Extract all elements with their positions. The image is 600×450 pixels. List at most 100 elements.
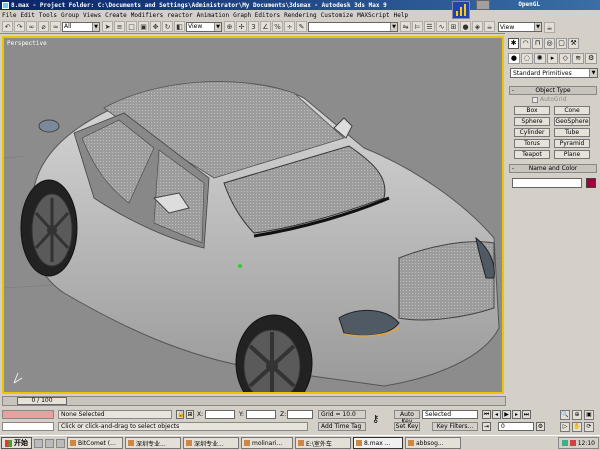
menu-rendering[interactable]: Rendering — [284, 12, 317, 19]
key-icon[interactable]: ⚷ — [372, 414, 390, 426]
shapes-icon[interactable]: ◌ — [520, 52, 533, 64]
time-config-icon[interactable]: ⚙ — [536, 422, 545, 431]
autogrid-checkbox[interactable]: AutoGrid — [532, 96, 567, 103]
menu-views[interactable]: Views — [83, 12, 101, 19]
link-icon[interactable]: ∞ — [26, 21, 37, 32]
quicklaunch-desktop-icon[interactable] — [45, 438, 54, 448]
maxscript-listener-mini[interactable] — [2, 410, 54, 419]
bind-space-warp-icon[interactable]: ≈ — [50, 21, 61, 32]
zoom-extents-icon[interactable]: ▣ — [584, 410, 594, 420]
motion-tab-icon[interactable]: ◎ — [544, 37, 555, 49]
menu-reactor[interactable]: reactor — [167, 12, 192, 19]
sphere-button[interactable]: Sphere — [514, 117, 550, 126]
redo-icon[interactable]: ↷ — [14, 21, 25, 32]
reference-coord-dropdown[interactable]: View ▼ — [186, 21, 222, 32]
auto-key-button[interactable]: Auto Key — [394, 410, 420, 425]
object-type-rollout[interactable]: - Object Type — [509, 86, 597, 95]
task-browser-2[interactable]: 深圳专业... — [183, 437, 239, 449]
menu-create[interactable]: Create — [105, 12, 127, 19]
systems-icon[interactable]: ⚙ — [585, 52, 598, 64]
lights-icon[interactable]: ✺ — [533, 52, 546, 64]
render-view-dropdown[interactable]: View ▼ — [498, 22, 542, 32]
antivirus-icon[interactable] — [569, 440, 576, 446]
curve-editor-icon[interactable]: ∿ — [436, 21, 447, 32]
render-scene-icon[interactable]: ◈ — [472, 21, 483, 32]
task-browser-1[interactable]: 深圳专业... — [125, 437, 181, 449]
cone-button[interactable]: Cone — [554, 106, 590, 115]
maxscript-input-mini[interactable] — [2, 422, 54, 431]
x-coord-input[interactable] — [205, 410, 235, 419]
material-editor-icon[interactable]: ● — [460, 21, 471, 32]
space-warps-icon[interactable]: ≋ — [572, 52, 585, 64]
current-frame-input[interactable]: 0 — [498, 422, 534, 431]
cylinder-button[interactable]: Cylinder — [514, 128, 550, 137]
task-bitcomet[interactable]: BitComet (... — [67, 437, 123, 449]
quick-render-icon[interactable]: ☕ — [484, 21, 495, 32]
menu-help[interactable]: Help — [394, 12, 408, 19]
helpers-icon[interactable]: ◇ — [559, 52, 572, 64]
time-slider-track[interactable]: 0 / 100 — [2, 396, 506, 406]
y-coord-input[interactable] — [246, 410, 276, 419]
key-mode-toggle-icon[interactable]: ⇥ — [482, 422, 491, 431]
select-scale-icon[interactable]: ◧ — [174, 21, 185, 32]
task-3dsmax[interactable]: 8.max ... — [353, 437, 403, 449]
named-selection-dropdown[interactable]: ▼ — [308, 21, 398, 32]
object-color-swatch[interactable] — [586, 178, 596, 188]
primitive-type-dropdown[interactable]: Standard Primitives ▼ — [510, 68, 598, 78]
selection-filter-dropdown[interactable]: All ▼ — [62, 21, 100, 32]
time-slider[interactable]: 0 / 100 — [17, 397, 67, 405]
key-mode-dropdown[interactable]: Selected — [422, 410, 478, 419]
absolute-mode-icon[interactable]: ⊞ — [186, 410, 194, 419]
align-icon[interactable]: ⊨ — [412, 21, 423, 32]
pyramid-button[interactable]: Pyramid — [554, 139, 590, 148]
tube-button[interactable]: Tube — [554, 128, 590, 137]
torus-button[interactable]: Torus — [514, 139, 550, 148]
pan-icon[interactable]: ✋ — [572, 422, 582, 432]
create-tab-icon[interactable]: ✱ — [508, 37, 519, 49]
task-molinari[interactable]: molinari... — [241, 437, 293, 449]
pivot-center-icon[interactable]: ⊕ — [224, 21, 235, 32]
menu-tools[interactable]: Tools — [39, 12, 57, 19]
menu-customize[interactable]: Customize — [321, 12, 354, 19]
arc-rotate-icon[interactable]: ⟳ — [584, 422, 594, 432]
perspective-viewport[interactable]: Perspective — [2, 36, 504, 394]
cameras-icon[interactable]: ▸ — [546, 52, 559, 64]
percent-snap-icon[interactable]: % — [272, 21, 283, 32]
undo-icon[interactable]: ↶ — [2, 21, 13, 32]
zoom-icon[interactable]: 🔍 — [560, 410, 570, 420]
task-abbs[interactable]: abbsog... — [405, 437, 461, 449]
object-name-input[interactable] — [512, 178, 582, 188]
rect-selection-icon[interactable]: □ — [126, 21, 137, 32]
help-icon[interactable] — [476, 0, 490, 10]
lock-selection-icon[interactable]: 🔒 — [176, 410, 184, 419]
hierarchy-tab-icon[interactable]: ⊓ — [532, 37, 543, 49]
select-by-name-icon[interactable]: ≡ — [114, 21, 125, 32]
geosphere-button[interactable]: GeoSphere — [554, 117, 590, 126]
network-icon[interactable] — [561, 440, 568, 446]
spinner-snap-icon[interactable]: ÷ — [284, 21, 295, 32]
next-frame-icon[interactable]: ▸ — [512, 410, 521, 419]
play-icon[interactable]: ▶ — [502, 410, 511, 419]
angle-snap-icon[interactable]: ∠ — [260, 21, 271, 32]
menu-graph-editors[interactable]: Graph Editors — [233, 12, 280, 19]
render-last-icon[interactable]: ☕ — [544, 22, 555, 33]
field-of-view-icon[interactable]: ▷ — [560, 422, 570, 432]
quicklaunch-media-icon[interactable] — [56, 438, 65, 448]
select-object-icon[interactable]: ➤ — [102, 21, 113, 32]
manipulate-icon[interactable]: ✢ — [236, 21, 247, 32]
display-tab-icon[interactable]: ▢ — [556, 37, 567, 49]
go-to-end-icon[interactable]: ⏭ — [522, 410, 531, 419]
key-filters-button[interactable]: Key Filters... — [432, 422, 478, 431]
edit-named-sel-icon[interactable]: ✎ — [296, 21, 307, 32]
plane-button[interactable]: Plane — [554, 150, 590, 159]
start-button[interactable]: 开始 — [1, 437, 32, 449]
menu-animation[interactable]: Animation — [197, 12, 230, 19]
select-move-icon[interactable]: ✥ — [150, 21, 161, 32]
box-button[interactable]: Box — [514, 106, 550, 115]
menu-edit[interactable]: Edit — [20, 12, 34, 19]
z-coord-input[interactable] — [287, 410, 313, 419]
utilities-tab-icon[interactable]: ⚒ — [568, 37, 579, 49]
previous-frame-icon[interactable]: ◂ — [492, 410, 501, 419]
go-to-start-icon[interactable]: ⏮ — [482, 410, 491, 419]
schematic-view-icon[interactable]: ⊞ — [448, 21, 459, 32]
